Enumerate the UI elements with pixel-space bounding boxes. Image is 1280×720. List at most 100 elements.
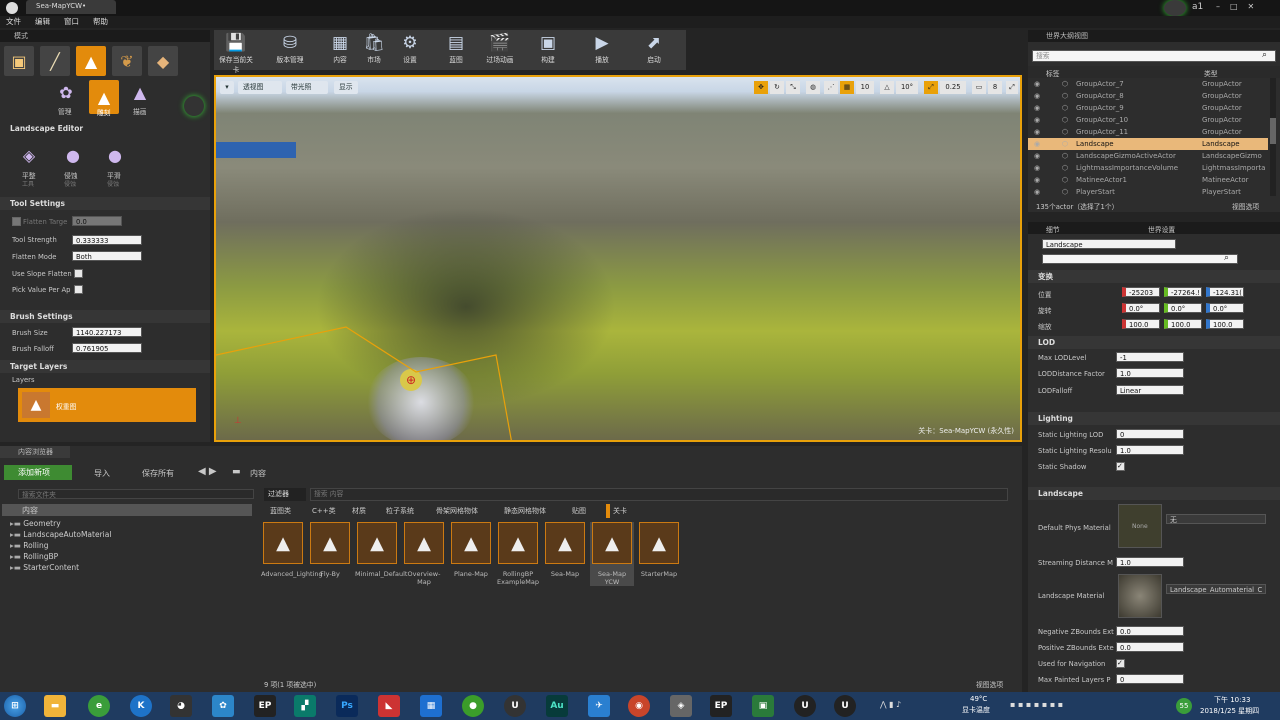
rotation-x[interactable]: 0.0° bbox=[1122, 303, 1160, 313]
type-column[interactable]: 类型 bbox=[1204, 68, 1218, 78]
photoshop-icon[interactable]: Ps bbox=[336, 695, 358, 717]
outliner-view-options[interactable]: 视图选项 bbox=[1232, 201, 1259, 211]
menu-window[interactable]: 窗口 bbox=[64, 16, 79, 28]
rotate-tool-icon[interactable]: ↻ bbox=[770, 81, 784, 94]
tray-icons[interactable]: ⋀ ▮ ♪ bbox=[880, 700, 901, 709]
outliner-row[interactable]: ◉ ⬡ GroupActor_11 GroupActor bbox=[1028, 126, 1268, 138]
cb-view-options[interactable]: 视图选项 bbox=[976, 679, 1003, 689]
use-slope-checkbox[interactable] bbox=[74, 269, 83, 278]
outliner-row[interactable]: ◉ ⬡ GroupActor_8 GroupActor bbox=[1028, 90, 1268, 102]
lod-distance-field[interactable]: 1.0 bbox=[1116, 368, 1184, 378]
app-360-icon[interactable]: e bbox=[88, 695, 110, 717]
outliner-row[interactable]: ◉ ⬡ MatineeActor1 MatineeActor bbox=[1028, 174, 1268, 186]
outliner-row[interactable]: ◉ ⬡ GroupActor_9 GroupActor bbox=[1028, 102, 1268, 114]
camera-speed-icon[interactable]: ▭ bbox=[972, 81, 986, 94]
outliner-row[interactable]: ◉ ⬡ PlayerStart PlayerStart bbox=[1028, 186, 1268, 196]
audition-icon[interactable]: Au bbox=[546, 695, 568, 717]
app-flower-icon[interactable]: ✿ bbox=[212, 695, 234, 717]
app-monitor-icon[interactable]: ▣ bbox=[752, 695, 774, 717]
scale-x[interactable]: 100.0 bbox=[1122, 319, 1160, 329]
outliner-row[interactable]: ◉ ⬡ GroupActor_7 GroupActor bbox=[1028, 78, 1268, 90]
grid-snap-icon[interactable]: ▦ bbox=[840, 81, 854, 94]
static-shadow-checkbox[interactable]: ✓ bbox=[1116, 462, 1125, 471]
asset-tile[interactable]: ▲ Plane-Map bbox=[449, 522, 493, 578]
launch-button[interactable]: ⬈ 启动 bbox=[634, 32, 674, 68]
visibility-eye-icon[interactable]: ◉ bbox=[1034, 186, 1040, 196]
viewport-menu-button[interactable]: ▾ bbox=[220, 81, 234, 94]
max-painted-field[interactable]: 0 bbox=[1116, 674, 1184, 684]
weightmap-layer[interactable]: ▲ 权重图 bbox=[18, 388, 196, 422]
tray-extra-icons[interactable]: ▪ ▪ ▪ ▪ ▪ ▪ ▪ bbox=[1010, 700, 1063, 709]
location-x[interactable]: -25203 bbox=[1122, 287, 1160, 297]
user-badge-icon[interactable] bbox=[1164, 0, 1186, 16]
app-qq-icon[interactable]: ◕ bbox=[170, 695, 192, 717]
location-y[interactable]: -27264.! bbox=[1164, 287, 1202, 297]
save-level-button[interactable]: 💾 保存当前关卡 bbox=[216, 32, 256, 74]
app-k-icon[interactable]: K bbox=[130, 695, 152, 717]
details-search[interactable] bbox=[1042, 254, 1238, 264]
folder-app-icon[interactable]: ▬ bbox=[44, 695, 66, 717]
outliner-scrollbar[interactable] bbox=[1270, 78, 1276, 196]
marketplace-button[interactable]: 🛍 市场 bbox=[354, 32, 394, 68]
neg-zbounds-field[interactable]: 0.0 bbox=[1116, 626, 1184, 636]
unreal-editor-2-icon[interactable]: U bbox=[834, 695, 856, 717]
app-grid-icon[interactable]: ▦ bbox=[420, 695, 442, 717]
visibility-eye-icon[interactable]: ◉ bbox=[1034, 114, 1040, 126]
landscape-section[interactable]: Landscape bbox=[1028, 487, 1280, 500]
unreal-app-icon[interactable]: U bbox=[504, 695, 526, 717]
brush-falloff-field[interactable]: 0.761905 bbox=[72, 343, 142, 353]
level-viewport[interactable]: ⊕ ▾ 透视图 带光照 显示 ✥ ↻ ⤡ ◍ ⋰ ▦ 10 △ 10° ⤢ 0.… bbox=[214, 75, 1022, 442]
app-game-icon[interactable]: ◈ bbox=[670, 695, 692, 717]
flatten-target-field[interactable]: 0.0 bbox=[72, 216, 122, 226]
app-ball-icon[interactable]: ● bbox=[462, 695, 484, 717]
scale-tool-icon[interactable]: ⤡ bbox=[786, 81, 800, 94]
landscape-material-select[interactable]: Landscape_Automaterial_C bbox=[1166, 584, 1266, 594]
pick-value-checkbox[interactable] bbox=[74, 285, 83, 294]
manage-tool-icon[interactable]: ✿ bbox=[52, 80, 80, 104]
visibility-eye-icon[interactable]: ◉ bbox=[1034, 90, 1040, 102]
geometry-mode-icon[interactable]: ◆ bbox=[148, 46, 178, 76]
epic-games-icon[interactable]: EP bbox=[254, 695, 276, 717]
visibility-eye-icon[interactable]: ◉ bbox=[1034, 126, 1040, 138]
visibility-eye-icon[interactable]: ◉ bbox=[1034, 174, 1040, 186]
details-tab[interactable]: 细节 bbox=[1046, 224, 1060, 234]
grid-snap-value[interactable]: 10 bbox=[856, 81, 874, 94]
blueprints-button[interactable]: ▤ 蓝图 bbox=[436, 32, 476, 68]
rotation-snap-icon[interactable]: △ bbox=[880, 81, 894, 94]
phys-material-thumb[interactable]: None bbox=[1118, 504, 1162, 548]
surface-snap-icon[interactable]: ⋰ bbox=[824, 81, 838, 94]
asset-tile[interactable]: ▲ Advanced_Lighting bbox=[261, 522, 323, 578]
document-tab[interactable]: Sea-MapYCW• bbox=[26, 0, 116, 14]
tray-badge[interactable]: 55 bbox=[1176, 698, 1192, 714]
erosion-tool-icon[interactable]: ● bbox=[60, 144, 86, 166]
flatten-tool-icon[interactable]: ◈ bbox=[16, 144, 42, 166]
rotation-z[interactable]: 0.0° bbox=[1206, 303, 1244, 313]
lod-section[interactable]: LOD bbox=[1028, 336, 1280, 349]
place-mode-icon[interactable]: ▣ bbox=[4, 46, 34, 76]
asset-tile[interactable]: ▲ StarterMap bbox=[637, 522, 681, 578]
brush-size-field[interactable]: 1140.227173 bbox=[72, 327, 142, 337]
smooth-tool-icon[interactable]: ● bbox=[102, 144, 128, 166]
pos-zbounds-field[interactable]: 0.0 bbox=[1116, 642, 1184, 652]
window-controls[interactable]: –□✕ bbox=[1216, 2, 1276, 12]
visibility-eye-icon[interactable]: ◉ bbox=[1034, 78, 1040, 90]
transform-section[interactable]: 变换 bbox=[1028, 270, 1280, 283]
epic-launcher-icon[interactable]: EP bbox=[710, 695, 732, 717]
scale-z[interactable]: 100.0 bbox=[1206, 319, 1244, 329]
asset-tile[interactable]: ▲ Overview-Map bbox=[402, 522, 446, 586]
asset-tile[interactable]: ▲ Sea-Map bbox=[543, 522, 587, 578]
visibility-eye-icon[interactable]: ◉ bbox=[1034, 162, 1040, 174]
static-lighting-res-field[interactable]: 1.0 bbox=[1116, 445, 1184, 455]
static-lighting-lod-field[interactable]: 0 bbox=[1116, 429, 1184, 439]
scale-snap-icon[interactable]: ⤢ bbox=[924, 81, 938, 94]
perspective-button[interactable]: 透视图 bbox=[238, 81, 282, 94]
app-bird-icon[interactable]: ✈ bbox=[588, 695, 610, 717]
world-settings-tab[interactable]: 世界设置 bbox=[1148, 224, 1175, 234]
visibility-eye-icon[interactable]: ◉ bbox=[1034, 138, 1040, 150]
source-control-button[interactable]: ⛁ 版本管理 bbox=[270, 32, 310, 68]
flatten-mode-select[interactable]: Both bbox=[72, 251, 142, 261]
app-green-icon[interactable]: ▞ bbox=[294, 695, 316, 717]
lit-button[interactable]: 带光照 bbox=[286, 81, 328, 94]
outliner-row[interactable]: ◉ ⬡ LightmassImportanceVolume LightmassImpo… bbox=[1028, 162, 1268, 174]
flatten-target-checkbox[interactable] bbox=[12, 217, 21, 226]
